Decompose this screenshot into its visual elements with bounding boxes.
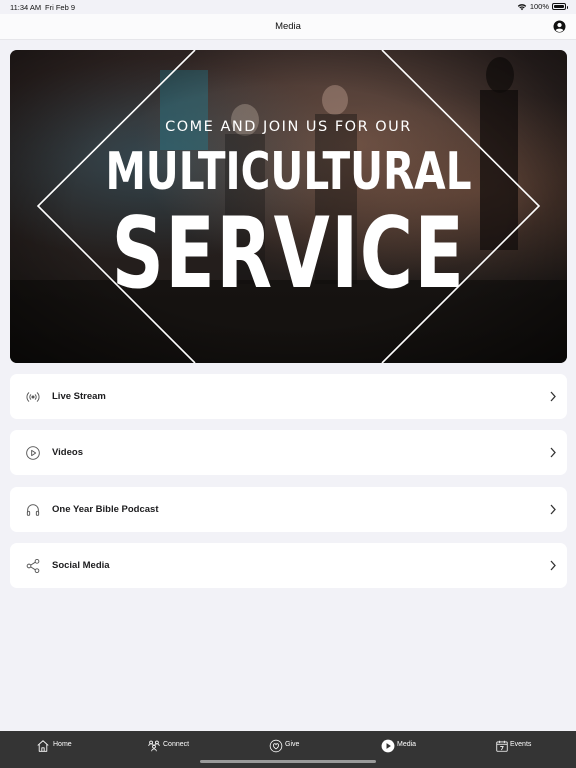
battery-percent: 100% xyxy=(529,2,549,11)
battery-fill xyxy=(554,5,564,8)
page-title: Media xyxy=(275,21,301,32)
menu-item-one-year-bible-podcast[interactable]: One Year Bible Podcast xyxy=(10,487,567,532)
tab-connect[interactable]: Connect xyxy=(147,731,207,768)
wifi-icon xyxy=(517,3,527,10)
status-bar: 11:34 AM Fri Feb 9 100% xyxy=(0,0,576,14)
menu-item-videos[interactable]: Videos xyxy=(10,430,567,475)
menu-item-label: Live Stream xyxy=(52,391,106,402)
share-icon xyxy=(26,559,40,574)
chevron-right-icon xyxy=(550,391,556,402)
menu-item-live-stream[interactable]: Live Stream xyxy=(10,374,567,419)
tab-label: Home xyxy=(53,741,72,748)
menu-item-label: Videos xyxy=(52,447,83,458)
broadcast-icon xyxy=(26,392,40,402)
tab-label: Media xyxy=(397,741,417,748)
tab-media[interactable]: Media xyxy=(381,731,431,768)
person-circle-icon[interactable] xyxy=(553,20,566,33)
tab-label: Connect xyxy=(163,741,190,748)
nav-bar: Media xyxy=(0,14,576,40)
chevron-right-icon xyxy=(550,447,556,458)
battery-icon xyxy=(552,3,568,10)
status-right: 100% xyxy=(517,2,568,11)
menu-item-label: Social Media xyxy=(52,560,110,571)
hero-subtitle: COME AND JOIN US FOR OUR xyxy=(165,119,412,135)
menu-item-label: One Year Bible Podcast xyxy=(52,504,159,515)
chevron-right-icon xyxy=(550,504,556,515)
tab-home[interactable]: Home xyxy=(36,731,96,768)
heart-circle-icon xyxy=(269,739,283,753)
chevron-right-icon xyxy=(550,560,556,571)
people-icon xyxy=(148,740,160,752)
menu-item-social-media[interactable]: Social Media xyxy=(10,543,567,588)
status-date: Fri Feb 9 xyxy=(45,3,76,12)
tab-events[interactable]: Events xyxy=(495,731,545,768)
home-indicator[interactable] xyxy=(200,760,376,763)
calendar-icon xyxy=(496,740,508,752)
hero-title-line2: SERVICE xyxy=(111,197,466,311)
hero-banner[interactable]: COME AND JOIN US FOR OUR MULTICULTURAL S… xyxy=(10,50,567,363)
hero-title-line1: MULTICULTURAL xyxy=(105,142,472,202)
status-time: 11:34 AM xyxy=(10,3,42,12)
play-circle-icon xyxy=(26,446,40,460)
home-icon xyxy=(37,740,49,752)
tab-label: Give xyxy=(285,741,300,748)
tab-label: Events xyxy=(510,741,532,748)
play-circle-filled-icon xyxy=(381,739,395,753)
headphones-icon xyxy=(26,504,40,516)
